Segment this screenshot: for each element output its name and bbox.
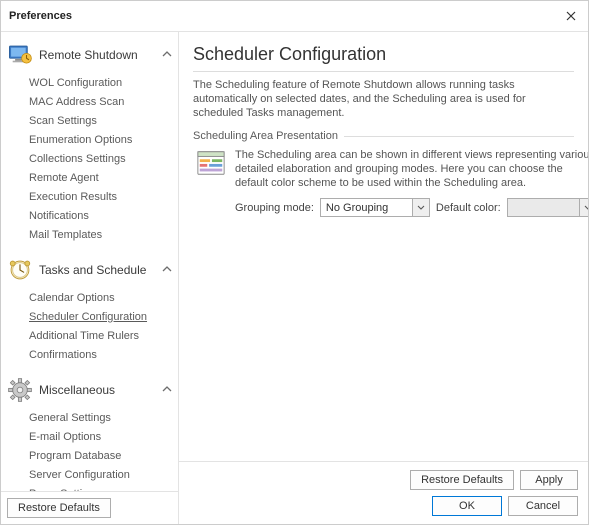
sidebar-item-calendar-options[interactable]: Calendar Options (1, 289, 178, 308)
body: Remote Shutdown WOL Configuration MAC Ad… (1, 31, 588, 524)
section-title: Tasks and Schedule (39, 263, 156, 277)
default-color-label: Default color: (436, 202, 501, 214)
fieldset-scheduling-area: Scheduling Area Presentation (193, 130, 574, 217)
title-separator (193, 71, 574, 72)
grouping-mode-label: Grouping mode: (235, 202, 314, 214)
monitor-icon (7, 42, 33, 68)
fieldset-label-text: Scheduling Area Presentation (193, 130, 338, 142)
page-title: Scheduler Configuration (193, 42, 574, 71)
fieldset-line (344, 136, 574, 137)
chevron-up-icon (162, 264, 172, 277)
sidebar-item-scheduler-configuration[interactable]: Scheduler Configuration (1, 308, 178, 327)
sidebar: Remote Shutdown WOL Configuration MAC Ad… (1, 32, 179, 524)
sidebar-item-wol-configuration[interactable]: WOL Configuration (1, 74, 178, 93)
section-header-tasks-schedule[interactable]: Tasks and Schedule (1, 253, 178, 287)
sidebar-item-email-options[interactable]: E-mail Options (1, 428, 178, 447)
section-items-remote-shutdown: WOL Configuration MAC Address Scan Scan … (1, 72, 178, 253)
sidebar-item-scan-settings[interactable]: Scan Settings (1, 112, 178, 131)
titlebar: Preferences (1, 1, 588, 31)
sidebar-item-server-configuration[interactable]: Server Configuration (1, 466, 178, 485)
sidebar-item-notifications[interactable]: Notifications (1, 207, 178, 226)
grouping-mode-select[interactable]: No Grouping (320, 198, 430, 217)
chevron-down-icon (412, 199, 429, 216)
grouping-mode-value: No Grouping (326, 202, 388, 214)
default-color-select[interactable] (507, 198, 588, 217)
calendar-view-icon (195, 148, 227, 180)
sidebar-item-execution-results[interactable]: Execution Results (1, 188, 178, 207)
apply-button[interactable]: Apply (520, 470, 578, 490)
sidebar-item-additional-time-rulers[interactable]: Additional Time Rulers (1, 327, 178, 346)
main-footer: Restore Defaults Apply OK Cancel (179, 461, 588, 524)
gear-icon (7, 377, 33, 403)
main-panel: Scheduler Configuration The Scheduling f… (179, 32, 588, 524)
close-icon[interactable] (562, 7, 580, 25)
chevron-up-icon (162, 384, 172, 397)
section-header-miscellaneous[interactable]: Miscellaneous (1, 373, 178, 407)
section-items-miscellaneous: General Settings E-mail Options Program … (1, 407, 178, 491)
controls-row: Grouping mode: No Grouping Default color… (235, 198, 588, 217)
sidebar-item-general-settings[interactable]: General Settings (1, 409, 178, 428)
sidebar-item-remote-agent[interactable]: Remote Agent (1, 169, 178, 188)
chevron-up-icon (162, 49, 172, 62)
preferences-window: Preferences (0, 0, 589, 525)
chevron-down-icon (579, 199, 588, 216)
sidebar-item-mail-templates[interactable]: Mail Templates (1, 226, 178, 245)
section-title: Miscellaneous (39, 383, 156, 397)
section-items-tasks-schedule: Calendar Options Scheduler Configuration… (1, 287, 178, 373)
sidebar-item-program-database[interactable]: Program Database (1, 447, 178, 466)
sidebar-restore-defaults-button[interactable]: Restore Defaults (7, 498, 111, 518)
fieldset-body: The Scheduling area can be shown in diff… (193, 142, 574, 217)
sidebar-item-confirmations[interactable]: Confirmations (1, 346, 178, 365)
clock-icon (7, 257, 33, 283)
sidebar-item-enumeration-options[interactable]: Enumeration Options (1, 131, 178, 150)
sidebar-scroll: Remote Shutdown WOL Configuration MAC Ad… (1, 38, 178, 491)
cancel-button[interactable]: Cancel (508, 496, 578, 516)
page-description: The Scheduling feature of Remote Shutdow… (193, 78, 574, 120)
sidebar-footer: Restore Defaults (1, 491, 178, 524)
ok-button[interactable]: OK (432, 496, 502, 516)
fieldset-label: Scheduling Area Presentation (193, 130, 574, 142)
sidebar-item-collections-settings[interactable]: Collections Settings (1, 150, 178, 169)
fieldset-text: The Scheduling area can be shown in diff… (235, 148, 588, 190)
sidebar-item-mac-address-scan[interactable]: MAC Address Scan (1, 93, 178, 112)
restore-defaults-button[interactable]: Restore Defaults (410, 470, 514, 490)
main-content: Scheduler Configuration The Scheduling f… (179, 32, 588, 461)
fieldset-right: The Scheduling area can be shown in diff… (235, 148, 588, 217)
window-title: Preferences (9, 10, 72, 22)
section-header-remote-shutdown[interactable]: Remote Shutdown (1, 38, 178, 72)
section-title: Remote Shutdown (39, 48, 156, 62)
